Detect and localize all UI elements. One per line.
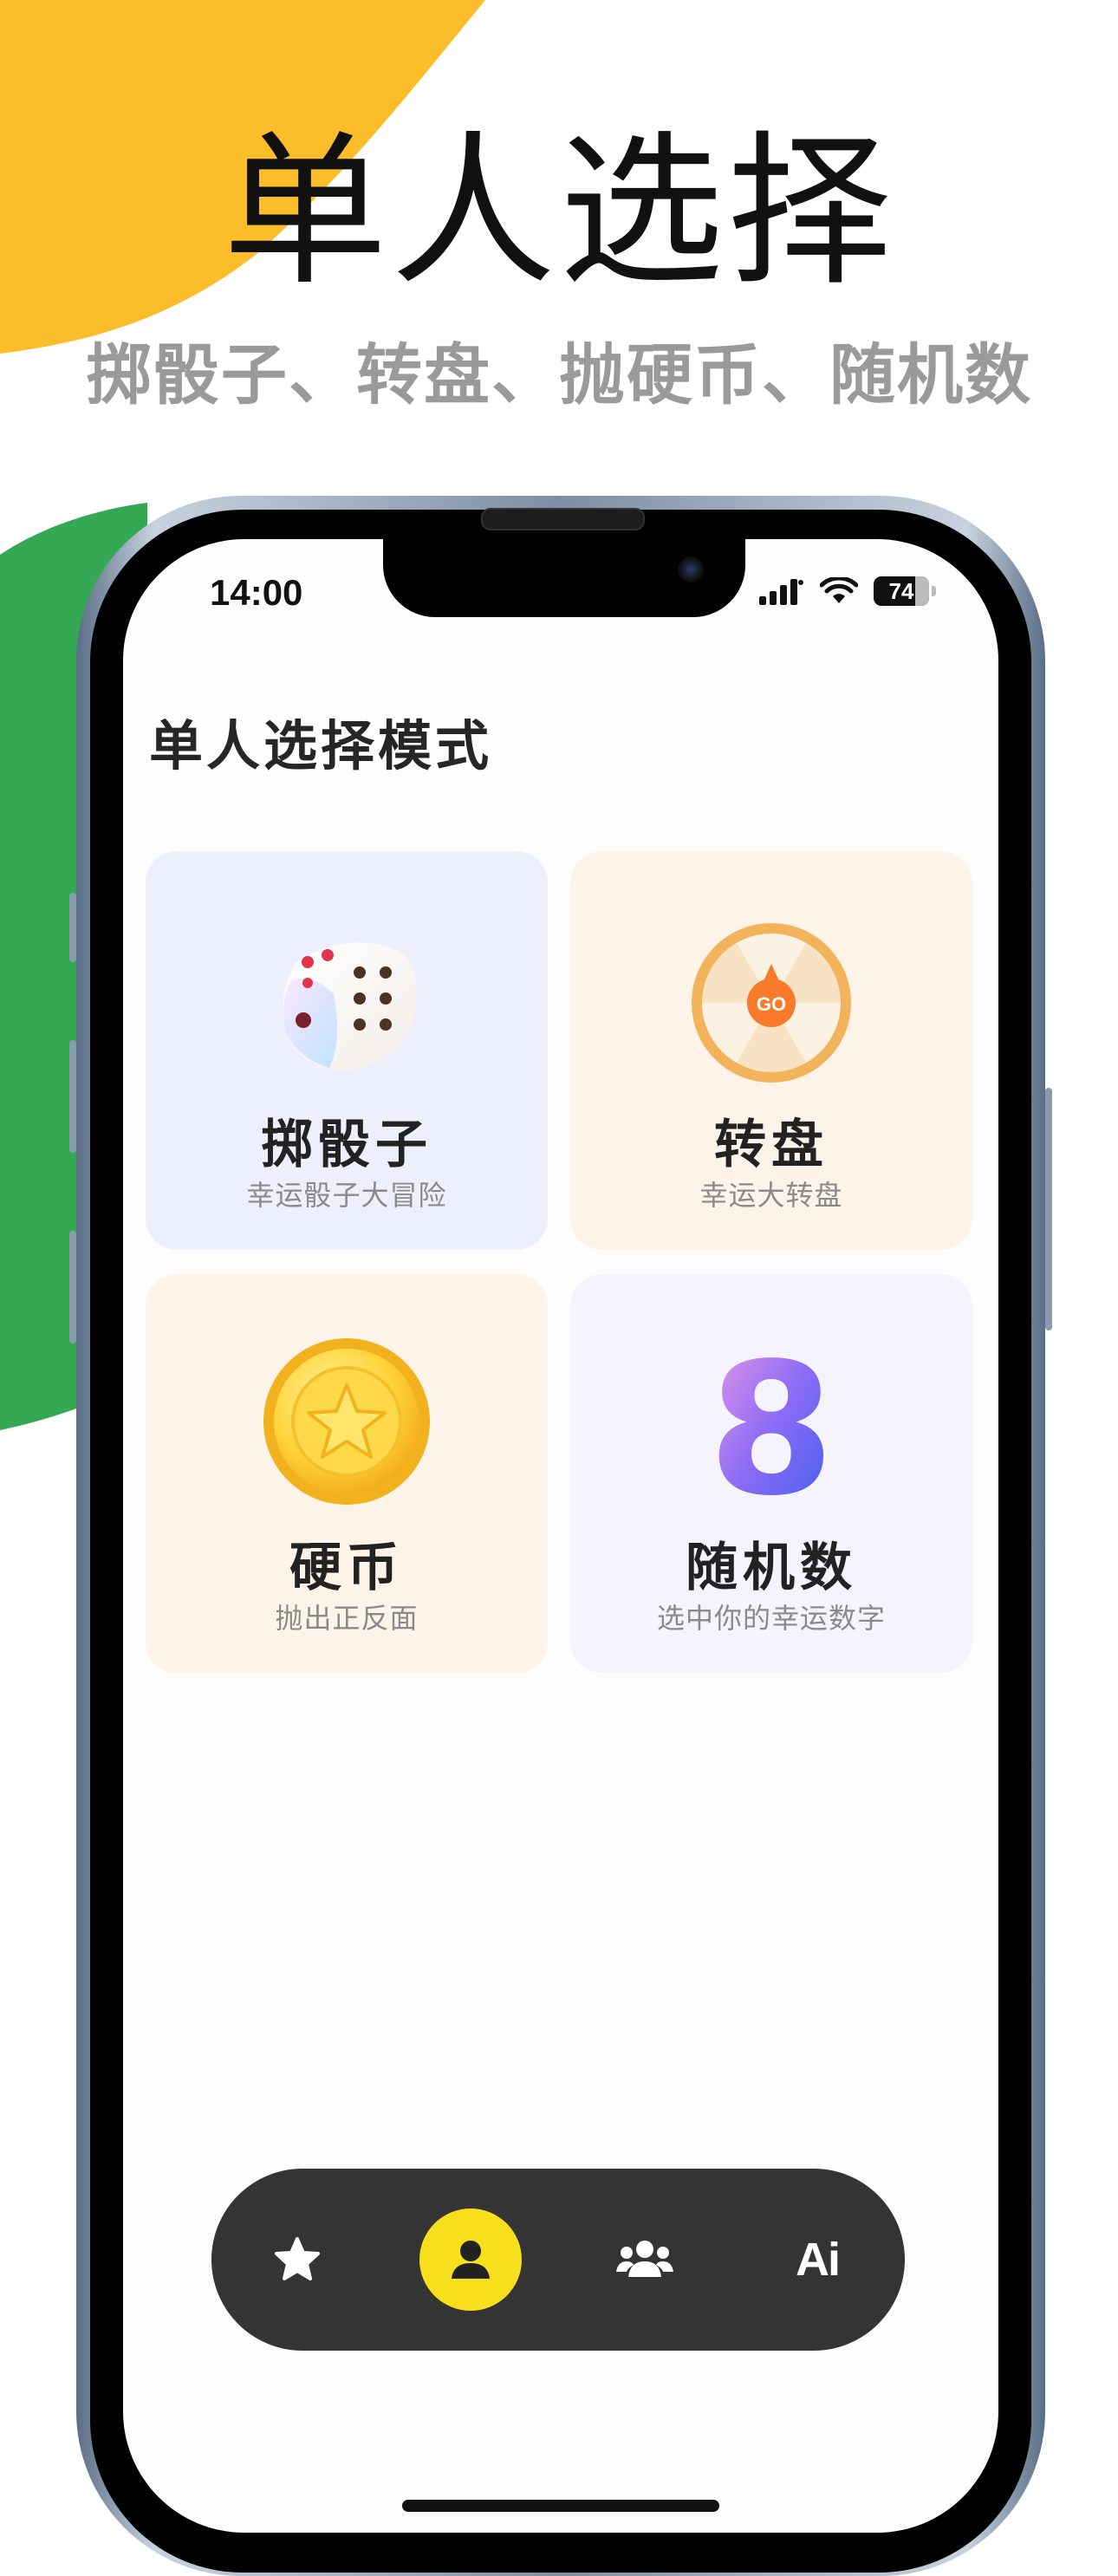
number-eight-icon: 8	[708, 1335, 835, 1508]
coin-card[interactable]: 硬币 抛出正反面	[146, 1274, 548, 1673]
earpiece	[481, 508, 645, 530]
card-title: 硬币	[289, 1538, 404, 1598]
promo-title: 单人选择	[222, 116, 895, 308]
signal-icon	[759, 579, 803, 605]
coin-icon	[263, 1338, 430, 1505]
bottom-tab-bar: Ai	[211, 2169, 905, 2351]
card-title: 转盘	[714, 1115, 829, 1175]
tab-favorites[interactable]	[246, 2208, 348, 2311]
tab-ai[interactable]: Ai	[766, 2208, 868, 2311]
dice-card[interactable]: 掷骰子 幸运骰子大冒险	[146, 851, 548, 1250]
tab-single-player[interactable]	[419, 2208, 522, 2311]
card-description: 幸运骰子大冒险	[246, 1179, 447, 1212]
promo-subtitle: 掷骰子、转盘、抛硬币、随机数	[86, 336, 1032, 413]
card-description: 选中你的幸运数字	[656, 1602, 886, 1635]
front-camera	[678, 556, 704, 582]
side-button-power	[1045, 1088, 1052, 1330]
number-eight-glyph: 8	[708, 1335, 835, 1508]
random-number-card[interactable]: 8 随机数 选中你的幸运数字	[570, 1274, 972, 1673]
wheel-icon: GO	[692, 923, 851, 1083]
side-button-volume-down	[69, 1231, 76, 1343]
home-indicator	[402, 2500, 719, 2512]
battery-icon: 74	[874, 576, 936, 606]
page-heading: 单人选择模式	[149, 714, 493, 777]
wheel-card[interactable]: GO 转盘 幸运大转盘	[570, 851, 972, 1250]
card-title: 随机数	[686, 1538, 857, 1598]
status-time: 14:00	[210, 572, 303, 613]
group-icon	[616, 2241, 673, 2277]
notch	[383, 539, 745, 617]
status-icons: 74	[759, 574, 936, 608]
ai-icon: Ai	[796, 2234, 841, 2286]
dice-icon	[283, 942, 417, 1070]
wifi-icon	[820, 577, 858, 603]
card-title: 掷骰子	[261, 1115, 432, 1175]
phone-screen: 14:00 74 单人选择模式 掷骰子 幸运骰子大冒险 GO 转盘 幸运大转盘 …	[123, 539, 998, 2533]
card-description: 抛出正反面	[275, 1602, 419, 1635]
side-button-volume-up	[69, 1040, 76, 1153]
card-description: 幸运大转盘	[699, 1179, 843, 1212]
tab-multiplayer[interactable]	[594, 2208, 696, 2311]
star-icon	[275, 2237, 320, 2280]
person-icon	[452, 2241, 490, 2279]
wheel-go-label: GO	[757, 993, 786, 1015]
side-button-mute	[69, 893, 76, 962]
battery-percentage: 74	[888, 578, 914, 604]
